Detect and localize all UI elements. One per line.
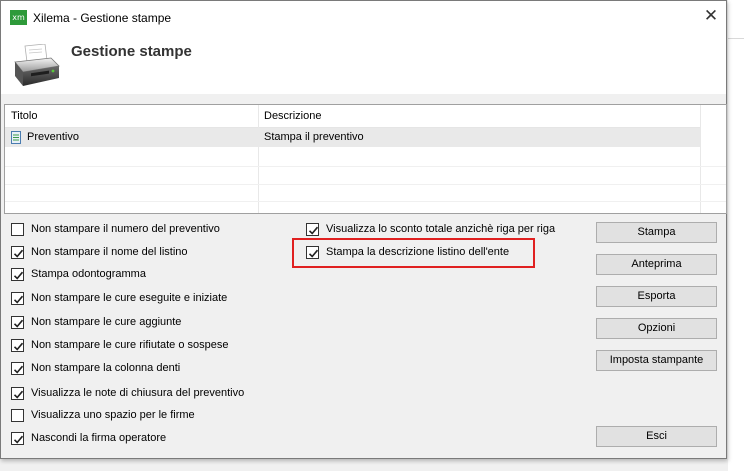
- document-icon: [11, 131, 21, 144]
- checkbox[interactable]: [11, 316, 24, 329]
- checkbox[interactable]: [11, 339, 24, 352]
- checkmark-icon: [13, 365, 24, 374]
- row-title: Preventivo: [27, 131, 79, 143]
- background-window: [728, 0, 744, 471]
- checkmark-icon: [13, 342, 24, 351]
- column-header-title[interactable]: Titolo: [11, 110, 38, 122]
- option-label: Non stampare le cure eseguite e iniziate: [31, 292, 228, 304]
- app-icon: xm: [10, 10, 27, 25]
- reports-list[interactable]: Titolo Descrizione Preventivo Stampa il …: [4, 104, 727, 214]
- anteprima-button[interactable]: Anteprima: [596, 254, 717, 275]
- checkmark-icon: [13, 249, 24, 258]
- imposta-stampante-button[interactable]: Imposta stampante: [596, 350, 717, 371]
- option-label: Non stampare le cure aggiunte: [31, 316, 182, 328]
- page-title: Gestione stampe: [71, 43, 192, 60]
- option-label: Non stampare il nome del listino: [31, 246, 188, 258]
- window-title: Xilema - Gestione stampe: [33, 11, 172, 25]
- option-label: Visualizza le note di chiusura del preve…: [31, 387, 245, 399]
- checkbox[interactable]: [11, 362, 24, 375]
- option-label: Visualizza lo sconto totale anzichè riga…: [326, 223, 556, 235]
- checkmark-icon: [13, 435, 24, 444]
- dialog-window: xm Xilema - Gestione stampe ✕ Gestione s…: [0, 0, 727, 459]
- option-label: Nascondi la firma operatore: [31, 432, 167, 444]
- checkbox[interactable]: [11, 268, 24, 281]
- header-panel: Gestione stampe: [1, 32, 726, 94]
- printer-icon: [14, 44, 60, 86]
- esporta-button[interactable]: Esporta: [596, 286, 717, 307]
- checkbox[interactable]: [11, 246, 24, 259]
- checkbox[interactable]: [11, 292, 24, 305]
- table-row[interactable]: Preventivo Stampa il preventivo: [5, 128, 700, 147]
- column-divider: [258, 105, 259, 213]
- option-label: Non stampare il numero del preventivo: [31, 223, 220, 235]
- opzioni-button[interactable]: Opzioni: [596, 318, 717, 339]
- highlight-box: [292, 238, 535, 268]
- checkmark-icon: [13, 271, 24, 280]
- column-divider: [700, 105, 701, 213]
- list-header: Titolo Descrizione: [5, 105, 700, 128]
- checkmark-icon: [308, 226, 319, 235]
- checkbox[interactable]: [11, 223, 24, 236]
- grid-line: [5, 166, 726, 167]
- option-label: Non stampare la colonna denti: [31, 362, 181, 374]
- checkmark-icon: [13, 319, 24, 328]
- option-label: Stampa odontogramma: [31, 268, 146, 280]
- title-bar[interactable]: xm Xilema - Gestione stampe ✕: [1, 1, 726, 32]
- close-button[interactable]: ✕: [691, 1, 731, 32]
- checkbox[interactable]: [11, 387, 24, 400]
- checkbox[interactable]: [306, 223, 319, 236]
- checkbox[interactable]: [11, 409, 24, 422]
- checkmark-icon: [13, 295, 24, 304]
- checkbox[interactable]: [11, 432, 24, 445]
- grid-line: [5, 184, 726, 185]
- background-divider: [728, 38, 744, 39]
- column-header-description[interactable]: Descrizione: [264, 110, 321, 122]
- option-label: Non stampare le cure rifiutate o sospese: [31, 339, 229, 351]
- checkmark-icon: [13, 390, 24, 399]
- esci-button[interactable]: Esci: [596, 426, 717, 447]
- grid-line: [5, 201, 726, 202]
- row-description: Stampa il preventivo: [264, 131, 364, 143]
- option-label: Visualizza uno spazio per le firme: [31, 409, 195, 421]
- stampa-button[interactable]: Stampa: [596, 222, 717, 243]
